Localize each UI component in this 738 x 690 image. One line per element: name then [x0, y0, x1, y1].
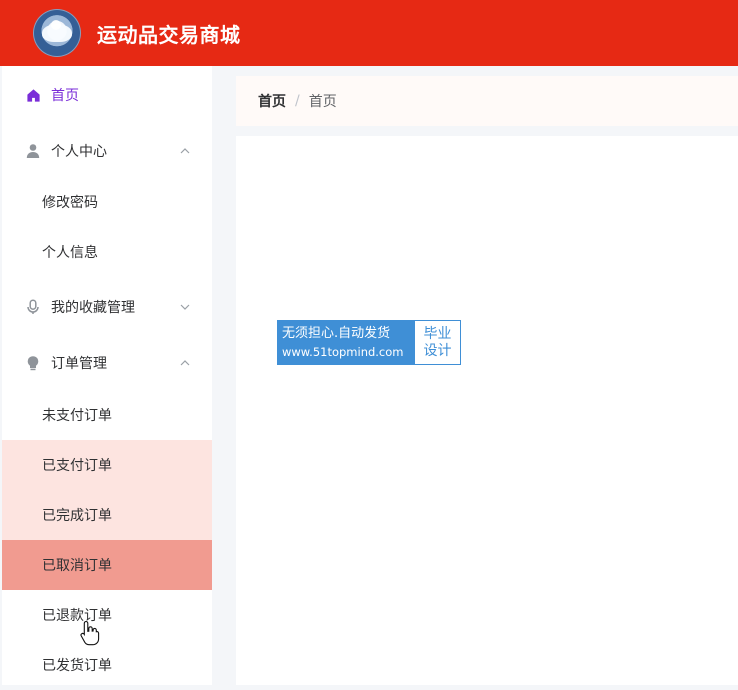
sidebar-group-label: 个人中心	[51, 144, 107, 160]
breadcrumb: 首页 / 首页	[236, 76, 738, 126]
sidebar-item-label: 首页	[51, 88, 79, 104]
sidebar-group-label: 我的收藏管理	[51, 300, 135, 316]
hand-pointer-cursor-icon	[80, 620, 100, 646]
sidebar-item-shipped-orders[interactable]: 已发货订单	[2, 640, 212, 690]
user-icon	[25, 143, 41, 159]
watermark-slogan: 无须担心.自动发货	[282, 325, 391, 341]
watermark-badge: 无须担心.自动发货 www.51topmind.com 毕业 设计	[277, 320, 461, 365]
sidebar-item-unpaid-orders[interactable]: 未支付订单	[2, 390, 212, 440]
chevron-up-icon	[180, 146, 190, 156]
sidebar-group-label: 订单管理	[51, 356, 107, 372]
main-content-panel	[236, 136, 738, 685]
sidebar-menu: 首页 个人中心 修改密码 个人信息 我的收藏管理 订单管理 未支付订单 已支付订…	[2, 66, 212, 685]
watermark-side-label: 毕业 设计	[415, 321, 460, 364]
watermark-text-block: 无须担心.自动发货 www.51topmind.com	[278, 321, 415, 364]
chevron-up-icon	[180, 358, 190, 368]
watermark-side-line1: 毕业	[423, 325, 452, 342]
sidebar-item-refunded-orders[interactable]: 已退款订单	[2, 590, 212, 640]
sidebar-group-favorites[interactable]: 我的收藏管理	[2, 282, 212, 332]
chevron-down-icon	[180, 302, 190, 312]
sidebar-group-orders[interactable]: 订单管理	[2, 338, 212, 388]
home-icon	[25, 87, 41, 103]
sidebar-item-personal-info[interactable]: 个人信息	[2, 227, 212, 277]
logo-icon	[33, 9, 81, 57]
watermark-url: www.51topmind.com	[282, 344, 404, 359]
sidebar-item-cancelled-orders[interactable]: 已取消订单	[2, 540, 212, 590]
sidebar-item-home[interactable]: 首页	[2, 70, 212, 120]
lightbulb-icon	[25, 355, 41, 371]
top-header: 运动品交易商城	[0, 0, 738, 66]
watermark-side-line2: 设计	[423, 342, 452, 359]
app-title: 运动品交易商城	[97, 22, 241, 47]
sidebar-item-paid-orders[interactable]: 已支付订单	[2, 440, 212, 490]
sidebar-group-personal-center[interactable]: 个人中心	[2, 126, 212, 176]
sidebar-item-change-password[interactable]: 修改密码	[2, 177, 212, 227]
breadcrumb-separator: /	[295, 93, 300, 109]
breadcrumb-current: 首页	[308, 94, 337, 110]
microphone-icon	[25, 299, 41, 315]
breadcrumb-home-link[interactable]: 首页	[258, 91, 286, 111]
sidebar-item-completed-orders[interactable]: 已完成订单	[2, 490, 212, 540]
